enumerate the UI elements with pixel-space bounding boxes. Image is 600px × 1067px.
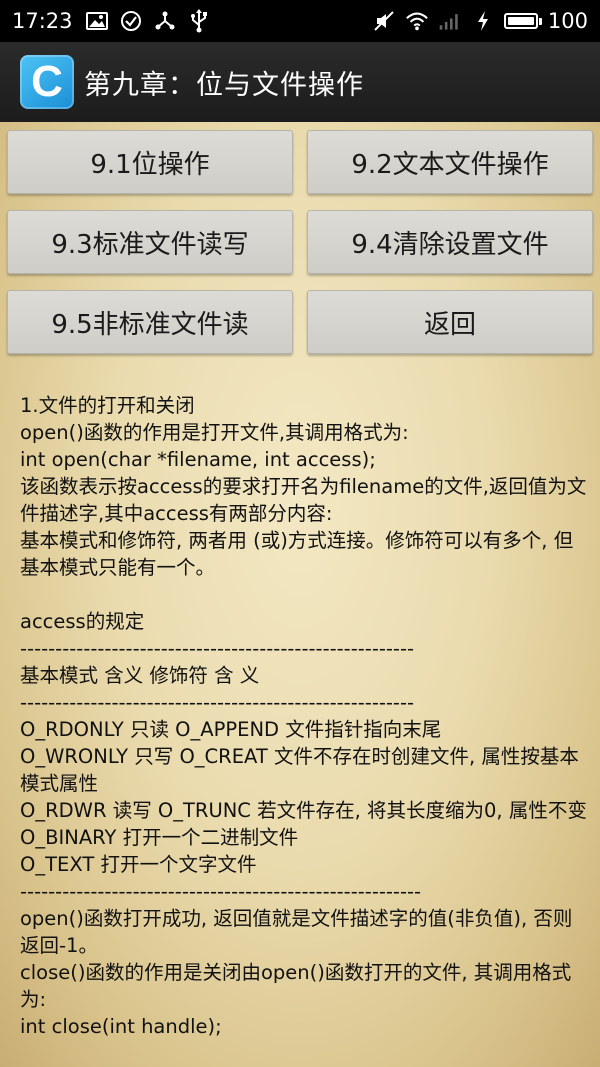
usb-icon <box>187 9 211 33</box>
image-icon <box>85 9 109 33</box>
status-right-icons: 100 <box>372 9 588 33</box>
screen: 17:23 100 C 第九章：位与文件操作 9.1位操作 9.2文本文件操作 … <box>0 0 600 1067</box>
share-nodes-icon <box>153 9 177 33</box>
check-circle-icon <box>119 9 143 33</box>
battery-level: 100 <box>547 9 588 33</box>
battery-body <box>503 13 538 29</box>
battery-tip <box>538 17 542 25</box>
status-left-icons <box>85 9 211 33</box>
wifi-icon <box>405 9 429 33</box>
back-button[interactable]: 返回 <box>307 290 593 354</box>
app-logo-letter: C <box>31 57 63 106</box>
chapter-body-text: 1.文件的打开和关闭 open()函数的作用是打开文件,其调用格式为: int … <box>20 394 587 1038</box>
page-title: 第九章：位与文件操作 <box>84 69 364 101</box>
section-9-3-button[interactable]: 9.3标准文件读写 <box>7 210 293 274</box>
battery-fill <box>507 17 534 25</box>
app-logo-icon: C <box>20 55 74 109</box>
charging-icon <box>471 9 495 33</box>
battery-indicator: 100 <box>503 9 588 33</box>
status-time: 17:23 <box>12 9 73 33</box>
content-area: 9.1位操作 9.2文本文件操作 9.3标准文件读写 9.4清除设置文件 9.5… <box>0 122 600 1067</box>
section-9-4-button[interactable]: 9.4清除设置文件 <box>307 210 593 274</box>
section-9-5-button[interactable]: 9.5非标准文件读 <box>7 290 293 354</box>
mute-icon <box>372 9 396 33</box>
app-bar: C 第九章：位与文件操作 <box>0 42 600 122</box>
status-bar: 17:23 100 <box>0 0 600 42</box>
section-9-1-button[interactable]: 9.1位操作 <box>7 130 293 194</box>
section-9-2-button[interactable]: 9.2文本文件操作 <box>307 130 593 194</box>
signal-icon <box>438 9 462 33</box>
